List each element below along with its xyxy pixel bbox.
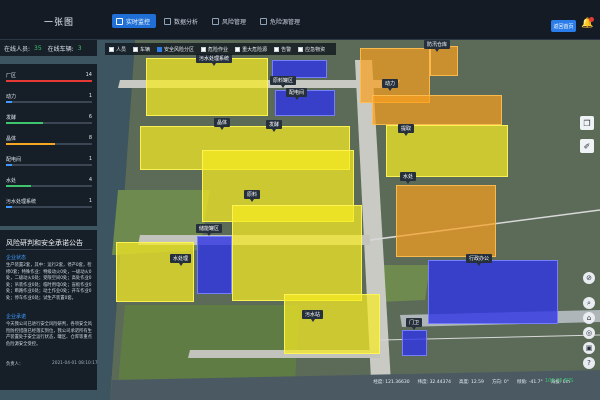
map-label[interactable]: 水处 [400, 172, 417, 184]
main-nav: 实时监控 数据分析 风险管理 危险源管理 [112, 14, 310, 28]
map-label[interactable]: 提取 [398, 124, 415, 136]
status-text: 生产装置2套，其中：运行2套，停产0套，检修0套；特殊作业：特级动火0处，一级动… [6, 263, 92, 301]
map-label[interactable]: 原料 [244, 190, 261, 202]
map-label[interactable]: 发酵 [266, 120, 283, 132]
nav-data-analysis[interactable]: 数据分析 [160, 14, 204, 28]
filter-major-hazards[interactable]: 重大危险源 [235, 46, 267, 53]
nav-realtime-monitor[interactable]: 实时监控 [112, 14, 157, 28]
map-label[interactable]: 水处理 [170, 254, 192, 266]
zone-guard-room[interactable] [402, 330, 427, 356]
zone-extraction[interactable] [116, 242, 194, 302]
home-icon: ⌂ [586, 314, 592, 322]
map-label[interactable]: 晶体 [214, 118, 231, 130]
help-button[interactable]: ? [583, 357, 595, 369]
layer-filter-bar: 人员 车辆 安全风险分区 危险作业 重大危险源 告警 应急物资 [105, 43, 337, 55]
shield-icon [212, 17, 220, 25]
home-view-button[interactable]: ⌂ [583, 312, 595, 324]
checkbox-icon[interactable] [133, 46, 139, 52]
help-icon: ? [587, 359, 591, 367]
checkbox-checked-icon[interactable] [157, 46, 163, 52]
fullscreen-button[interactable]: ▣ [583, 342, 595, 354]
category-bar [6, 206, 13, 208]
filter-alarms[interactable]: 告警 [274, 46, 291, 53]
zone-energy-tank[interactable] [197, 236, 232, 294]
map-label[interactable]: 门卫 [406, 318, 423, 330]
filter-personnel[interactable]: 人员 [109, 46, 126, 53]
compass-icon: ⊘ [586, 274, 592, 282]
checkbox-icon[interactable] [235, 46, 241, 52]
category-bar [6, 101, 13, 103]
notice-author: 负责人： [6, 362, 24, 367]
filter-risk-zones[interactable]: 安全风险分区 [157, 46, 194, 53]
online-status: 在线人员: 35 在线车辆: 3 [0, 40, 97, 56]
nav-risk-management[interactable]: 风险管理 [208, 14, 252, 28]
map-label[interactable]: 防汛仓库 [424, 40, 451, 52]
filter-hazardous-work[interactable]: 危险作业 [201, 46, 228, 53]
compass-button[interactable]: ⊘ [583, 272, 595, 284]
online-vehicle-count: 3 [77, 44, 82, 52]
zone-admin-office[interactable] [428, 260, 558, 324]
category-bar [6, 164, 13, 166]
warning-icon [260, 17, 268, 25]
map-label[interactable]: 配电间 [286, 88, 308, 100]
map-label[interactable]: 储能罐区 [196, 224, 223, 236]
zone-sewage-station[interactable] [284, 294, 380, 354]
measure-button[interactable]: ✐ [580, 139, 594, 153]
promise-heading: 企业承诺 [6, 314, 27, 320]
fullscreen-icon: ▣ [585, 344, 593, 352]
notice-time: 2021-04-01 08:10:17 [52, 361, 98, 366]
category-bar [6, 143, 56, 145]
notice-title: 风险研判和安全承诺公告 [6, 239, 92, 250]
globe-icon: ◎ [585, 329, 593, 337]
layers-icon: ❐ [583, 118, 591, 128]
search-icon: ⌕ [587, 298, 591, 307]
checkbox-icon[interactable] [298, 46, 304, 52]
map-label[interactable]: 污水站 [302, 310, 324, 322]
search-button[interactable]: ⌕ [583, 297, 595, 309]
nav-hazard-management[interactable]: 危险源管理 [256, 14, 306, 28]
status-heading: 企业状态 [6, 255, 27, 261]
globe-button[interactable]: ◎ [583, 327, 595, 339]
zone-sewage-treatment[interactable] [146, 58, 268, 116]
app-logo: 一张图 [44, 18, 75, 28]
zone-raw-material[interactable] [232, 205, 362, 301]
zone-water-treatment[interactable] [396, 185, 496, 257]
checkbox-icon[interactable] [201, 46, 207, 52]
back-home-button[interactable]: 返回首页 [551, 20, 576, 32]
top-bar: 一张图 实时监控 数据分析 风险管理 危险源管理 返回首页 🔔 [0, 0, 600, 40]
ruler-icon: ✐ [583, 141, 591, 151]
map-label[interactable]: 原料罐区 [270, 76, 297, 88]
map-label[interactable]: 污水处理系统 [196, 54, 233, 66]
filter-vehicles[interactable]: 车辆 [133, 46, 150, 53]
fps-counter: 106.35 FPS [545, 378, 574, 384]
promise-text: 今天我公司已进行安全风险研判，各项安全风险防控措施已经落实到位，我公司承诺所有生… [6, 322, 92, 347]
layer-toggle-button[interactable]: ❐ [580, 116, 594, 130]
map-label[interactable]: 动力 [382, 79, 399, 91]
monitor-icon [116, 17, 123, 25]
zone-orange-mid[interactable] [372, 95, 502, 125]
notification-badge [589, 17, 594, 22]
checkbox-icon[interactable] [109, 46, 114, 52]
filter-emergency-supplies[interactable]: 应急物资 [298, 46, 325, 53]
checkbox-icon[interactable] [274, 46, 280, 52]
category-bar [6, 80, 92, 82]
chart-icon [164, 17, 172, 25]
online-person-count: 35 [34, 44, 42, 52]
category-bar [6, 122, 43, 124]
risk-category-panel: 厂区 14 动力 1 发酵 6 晶体 8 配电间 1 水处 4 污水处理系统 1 [0, 64, 97, 226]
map-label[interactable]: 行政办公 [466, 254, 493, 266]
category-bar [6, 185, 31, 187]
